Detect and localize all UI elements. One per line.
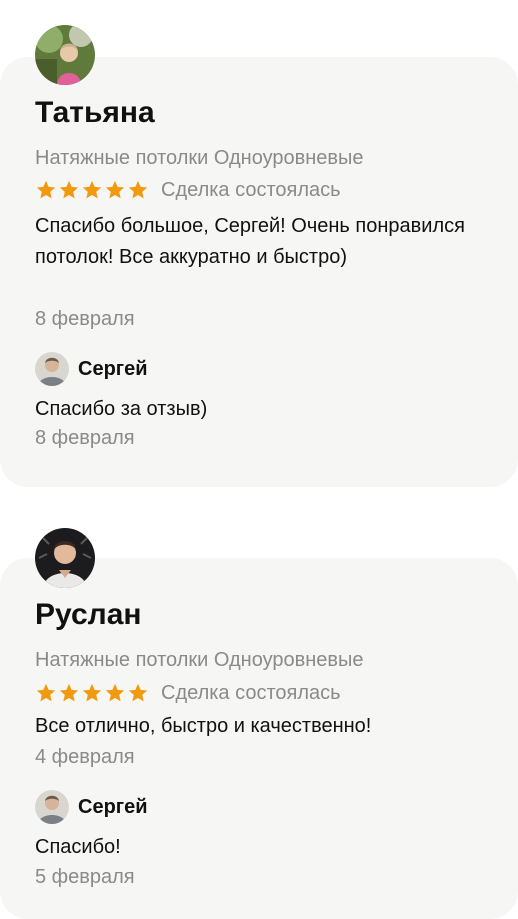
star-icon <box>82 683 102 702</box>
reply-text: Спасибо! <box>35 836 121 858</box>
author-name[interactable]: Руслан <box>35 598 142 632</box>
review-text: Все отлично, быстро и качественно! <box>35 715 372 737</box>
reply-author: Сергей <box>78 795 148 818</box>
star-icon <box>36 683 56 702</box>
rating-stars <box>35 682 149 704</box>
star-icon <box>128 683 148 702</box>
reply-date: 5 февраля <box>35 866 135 888</box>
star-icon <box>105 683 125 702</box>
author-avatar[interactable] <box>35 528 95 588</box>
review-card-2: Руслан Натяжные потолки Одноуровневые Сд… <box>0 0 518 919</box>
star-icon <box>59 683 79 702</box>
avatar-photo-icon <box>35 528 95 588</box>
reviews-page: Татьяна Натяжные потолки Одноуровневые С… <box>0 0 518 919</box>
rating-row: Сделка состоялась <box>35 681 341 705</box>
reply-avatar <box>35 790 69 824</box>
reply-avatar-photo-icon <box>35 790 69 824</box>
reply-header: Сергей <box>35 790 148 824</box>
deal-status: Сделка состоялась <box>161 681 341 704</box>
review-date: 4 февраля <box>35 746 135 768</box>
service-category: Натяжные потолки Одноуровневые <box>35 649 364 671</box>
